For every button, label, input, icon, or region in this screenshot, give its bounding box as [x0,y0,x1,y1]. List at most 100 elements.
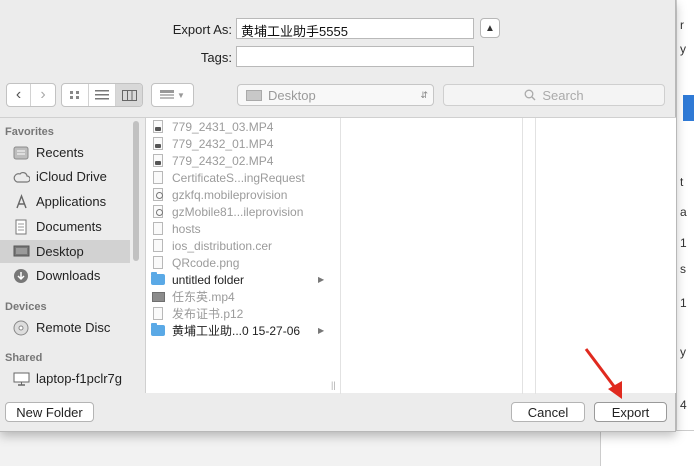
search-field[interactable]: Search [443,84,665,106]
sidebar-item-laptop[interactable]: laptop-f1pclr7g [0,367,130,390]
background-text: s [680,262,686,276]
disclosure-triangle-icon: ▶ [318,326,325,335]
column-resize-handle[interactable]: || [331,380,336,390]
computer-icon [12,371,30,387]
sidebar-item-downloads[interactable]: Downloads [0,264,130,287]
view-mode-control [61,83,143,107]
list-icon [95,90,109,100]
devices-header: Devices [5,301,47,313]
file-name: 779_2432_01.MP4 [172,136,274,151]
back-button[interactable]: ‹ [7,84,31,106]
export-as-field[interactable]: 黄埔工业助手5555 [236,18,474,39]
folder-icon [151,272,165,287]
sidebar-item-remote-disc[interactable]: Remote Disc [0,316,130,339]
file-item[interactable]: ios_distribution.cer [151,237,331,254]
sidebar-item-applications[interactable]: Applications [0,190,130,213]
updown-icon: ⇵ [420,89,428,100]
disclosure-triangle-icon: ▶ [318,275,325,284]
desktop-folder-icon [246,89,262,101]
background-window-edge: r y t a 1 s 1 y 4 [676,0,694,466]
tags-field[interactable] [236,46,474,67]
chevron-right-icon: › [40,86,46,103]
file-name: hosts [172,221,201,236]
file-item[interactable]: CertificateS...ingRequest [151,169,331,186]
column-divider[interactable] [522,118,523,394]
file-item[interactable]: 779_2431_03.MP4 [151,118,331,135]
file-name: QRcode.png [172,255,240,270]
cancel-button[interactable]: Cancel [511,402,585,422]
background-text: a [680,205,687,219]
sidebar-item-icloud-drive[interactable]: iCloud Drive [0,165,130,188]
export-dialog: Export As: 黄埔工业助手5555 ▲ Tags: ‹ › ▼ Desk… [0,0,676,432]
sidebar-item-desktop[interactable]: Desktop [0,240,130,263]
file-item[interactable]: 779_2432_01.MP4 [151,135,331,152]
search-placeholder: Search [542,87,584,103]
shared-header: Shared [5,352,43,364]
video-file-icon [151,120,165,134]
sidebar: Favorites Recents iCloud Drive Applicati… [0,117,145,393]
file-item[interactable]: 任东英.mp4 [151,288,331,305]
list-view-button[interactable] [89,84,116,106]
file-name: CertificateS...ingRequest [172,170,305,185]
columns-icon [121,89,137,101]
location-popup[interactable]: Desktop ⇵ [237,84,434,106]
annotation-arrow-icon [584,348,622,399]
background-blue-bar [683,95,694,121]
document-icon [151,239,165,253]
file-name: 黄埔工业助...0 15-27-06 [172,324,301,338]
downloads-icon [12,268,30,284]
column-divider[interactable] [535,118,536,394]
file-item[interactable]: 发布证书.p12 [151,305,331,322]
file-name: 779_2432_02.MP4 [172,153,274,168]
disc-icon [12,320,30,336]
background-text: r [680,18,684,32]
sidebar-scrollbar[interactable] [133,121,139,261]
document-icon [151,307,165,321]
file-item[interactable]: hosts [151,220,331,237]
arrange-icon [160,90,175,99]
column-divider[interactable] [340,118,341,394]
sidebar-item-label: Documents [36,219,102,234]
file-item[interactable]: QRcode.png [151,254,331,271]
column-view-button[interactable] [116,84,142,106]
file-item[interactable]: gzkfq.mobileprovision [151,186,331,203]
file-name: untitled folder [172,272,245,287]
file-item[interactable]: gzMobile81...ileprovision [151,203,331,220]
export-button[interactable]: Export [594,402,667,422]
file-name: gzkfq.mobileprovision [172,187,288,202]
certificate-file-icon [151,188,165,202]
expand-dialog-button[interactable]: ▲ [480,18,500,38]
search-icon [524,89,536,101]
background-panel [600,430,694,466]
sidebar-item-label: Remote Disc [36,320,111,335]
file-name: ios_distribution.cer [172,238,273,253]
arrange-menu-button[interactable]: ▼ [151,83,194,107]
video-thumbnail-icon [151,290,165,304]
applications-icon [12,194,30,210]
sidebar-item-recents[interactable]: Recents [0,141,130,164]
chevron-up-icon: ▲ [485,22,495,34]
background-text: 1 [680,236,687,250]
sidebar-item-label: Applications [36,194,107,209]
chevron-left-icon: ‹ [15,86,22,103]
sidebar-item-documents[interactable]: Documents [0,215,130,238]
back-forward-control: ‹ › [6,83,56,107]
grid-icon [69,90,79,99]
export-as-label: Export As: [172,22,232,37]
certificate-file-icon [151,205,165,219]
file-item[interactable]: 779_2432_02.MP4 [151,152,331,169]
icon-view-button[interactable] [62,84,89,106]
sidebar-item-label: laptop-f1pclr7g [36,371,122,386]
background-text: 1 [680,296,687,310]
image-file-icon [151,256,165,270]
folder-item[interactable]: 黄埔工业助...0 15-27-06 [151,322,331,339]
folder-item[interactable]: untitled folder [151,271,331,288]
file-name: 779_2431_03.MP4 [172,119,274,134]
desktop-icon [12,244,30,260]
file-name: 发布证书.p12 [172,307,244,321]
new-folder-button[interactable]: New Folder [5,402,94,422]
video-file-icon [151,137,165,151]
background-text: t [680,175,684,189]
cloud-icon [12,169,30,185]
forward-button[interactable]: › [31,84,55,106]
